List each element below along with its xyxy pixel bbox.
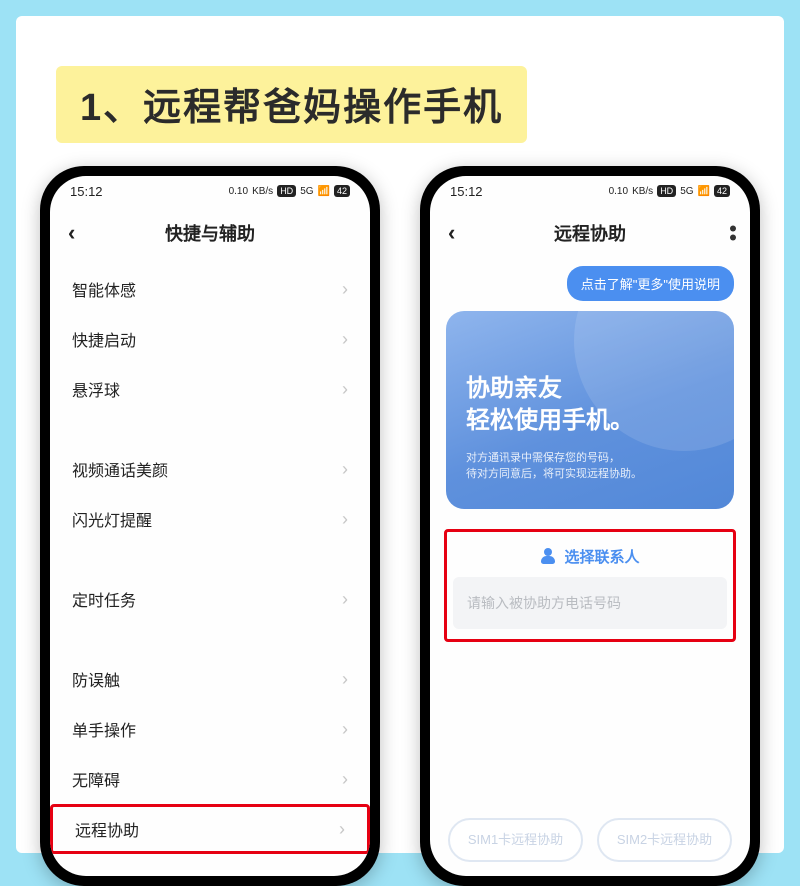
select-contact-label: 选择联系人 — [564, 546, 639, 567]
settings-item-label: 视频通话美颜 — [72, 457, 168, 481]
more-icon[interactable] — [730, 226, 736, 241]
tutorial-step-title: 1、远程帮爸妈操作手机 — [56, 66, 527, 143]
settings-item-label: 悬浮球 — [72, 377, 120, 401]
status-bar: 15:12 0.10 KB/s HD 5G 📶 42 — [50, 176, 370, 206]
net-speed: 0.10 — [229, 186, 248, 197]
select-contact-button[interactable]: 选择联系人 — [453, 540, 727, 577]
signal-bars-icon: 📶 — [698, 186, 710, 197]
settings-item-flash-alert[interactable]: 闪光灯提醒 › — [50, 494, 370, 544]
phone-number-input[interactable]: 请输入被协助方电话号码 — [453, 577, 727, 629]
phone-screen: 15:12 0.10 KB/s HD 5G 📶 42 ‹ 快捷与辅助 — [50, 176, 370, 876]
settings-item-mistouch[interactable]: 防误触 › — [50, 654, 370, 704]
chevron-right-icon: › — [342, 329, 348, 350]
contact-block-highlight: 选择联系人 请输入被协助方电话号码 — [444, 529, 736, 642]
chevron-right-icon: › — [342, 279, 348, 300]
settings-item-one-hand[interactable]: 单手操作 › — [50, 704, 370, 754]
settings-item-label: 智能体感 — [72, 277, 136, 301]
group-divider — [50, 544, 370, 574]
settings-item-label: 远程协助 — [75, 817, 139, 841]
settings-item-video-beauty[interactable]: 视频通话美颜 › — [50, 444, 370, 494]
settings-item-accessibility[interactable]: 无障碍 › — [50, 754, 370, 804]
hd-badge: HD — [277, 185, 296, 197]
settings-item-remote-assist[interactable]: 远程协助 › — [50, 804, 370, 854]
chevron-right-icon: › — [342, 669, 348, 690]
chevron-right-icon: › — [342, 379, 348, 400]
sim1-remote-assist-button[interactable]: SIM1卡远程协助 — [448, 818, 583, 862]
chevron-right-icon: › — [342, 459, 348, 480]
settings-list[interactable]: 智能体感 › 快捷启动 › 悬浮球 › 视频通话美颜 › — [50, 260, 370, 876]
app-header: ‹ 远程协助 — [430, 206, 750, 260]
app-header: ‹ 快捷与辅助 — [50, 206, 370, 260]
back-icon[interactable]: ‹ — [448, 220, 455, 246]
chevron-right-icon: › — [342, 509, 348, 530]
page-title: 远程协助 — [554, 220, 626, 246]
settings-item-label: 无障碍 — [72, 767, 120, 791]
battery-badge: 42 — [714, 185, 730, 197]
battery-badge: 42 — [334, 185, 350, 197]
status-bar: 15:12 0.10 KB/s HD 5G 📶 42 — [430, 176, 750, 206]
settings-item-smart-sense[interactable]: 智能体感 › — [50, 264, 370, 314]
settings-item-scheduled-task[interactable]: 定时任务 › — [50, 574, 370, 624]
hero-sub1: 对方通讯录中需保存您的号码， — [466, 450, 714, 467]
chevron-right-icon: › — [342, 769, 348, 790]
settings-item-label: 闪光灯提醒 — [72, 507, 152, 531]
chevron-right-icon: › — [339, 819, 345, 840]
page-title: 快捷与辅助 — [165, 220, 255, 246]
chevron-right-icon: › — [342, 719, 348, 740]
net-unit: KB/s — [632, 186, 653, 197]
hero-line2: 轻松使用手机。 — [466, 405, 714, 437]
phones-row: 15:12 0.10 KB/s HD 5G 📶 42 ‹ 快捷与辅助 — [16, 166, 784, 886]
settings-item-label: 单手操作 — [72, 717, 136, 741]
net-speed: 0.10 — [609, 186, 628, 197]
page-container: 1、远程帮爸妈操作手机 15:12 0.10 KB/s HD 5G 📶 42 — [16, 16, 784, 853]
group-divider — [50, 624, 370, 654]
settings-item-label: 定时任务 — [72, 587, 136, 611]
settings-item-float-ball[interactable]: 悬浮球 › — [50, 364, 370, 414]
status-icons: 0.10 KB/s HD 5G 📶 42 — [229, 185, 350, 197]
hero-sub2: 待对方同意后，将可实现远程协助。 — [466, 466, 714, 483]
net-unit: KB/s — [252, 186, 273, 197]
status-icons: 0.10 KB/s HD 5G 📶 42 — [609, 185, 730, 197]
signal-5g: 5G — [680, 186, 693, 197]
chevron-right-icon: › — [342, 589, 348, 610]
phone-screen: 15:12 0.10 KB/s HD 5G 📶 42 ‹ 远程协助 点击了 — [430, 176, 750, 876]
signal-bars-icon: 📶 — [318, 186, 330, 197]
hd-badge: HD — [657, 185, 676, 197]
signal-5g: 5G — [300, 186, 313, 197]
group-divider — [50, 414, 370, 444]
hero-line1: 协助亲友 — [466, 373, 714, 405]
settings-item-label: 防误触 — [72, 667, 120, 691]
phone-mockup-remote-assist: 15:12 0.10 KB/s HD 5G 📶 42 ‹ 远程协助 点击了 — [420, 166, 760, 886]
back-icon[interactable]: ‹ — [68, 220, 75, 246]
status-time: 15:12 — [70, 184, 103, 199]
help-tip-bubble[interactable]: 点击了解"更多"使用说明 — [567, 266, 734, 301]
person-icon — [540, 548, 556, 564]
sim2-remote-assist-button[interactable]: SIM2卡远程协助 — [597, 818, 732, 862]
phone-mockup-settings: 15:12 0.10 KB/s HD 5G 📶 42 ‹ 快捷与辅助 — [40, 166, 380, 886]
hero-card: 协助亲友 轻松使用手机。 对方通讯录中需保存您的号码， 待对方同意后，将可实现远… — [446, 311, 734, 509]
settings-item-label: 快捷启动 — [72, 327, 136, 351]
sim-buttons-row: SIM1卡远程协助 SIM2卡远程协助 — [430, 818, 750, 862]
settings-item-quick-launch[interactable]: 快捷启动 › — [50, 314, 370, 364]
status-time: 15:12 — [450, 184, 483, 199]
